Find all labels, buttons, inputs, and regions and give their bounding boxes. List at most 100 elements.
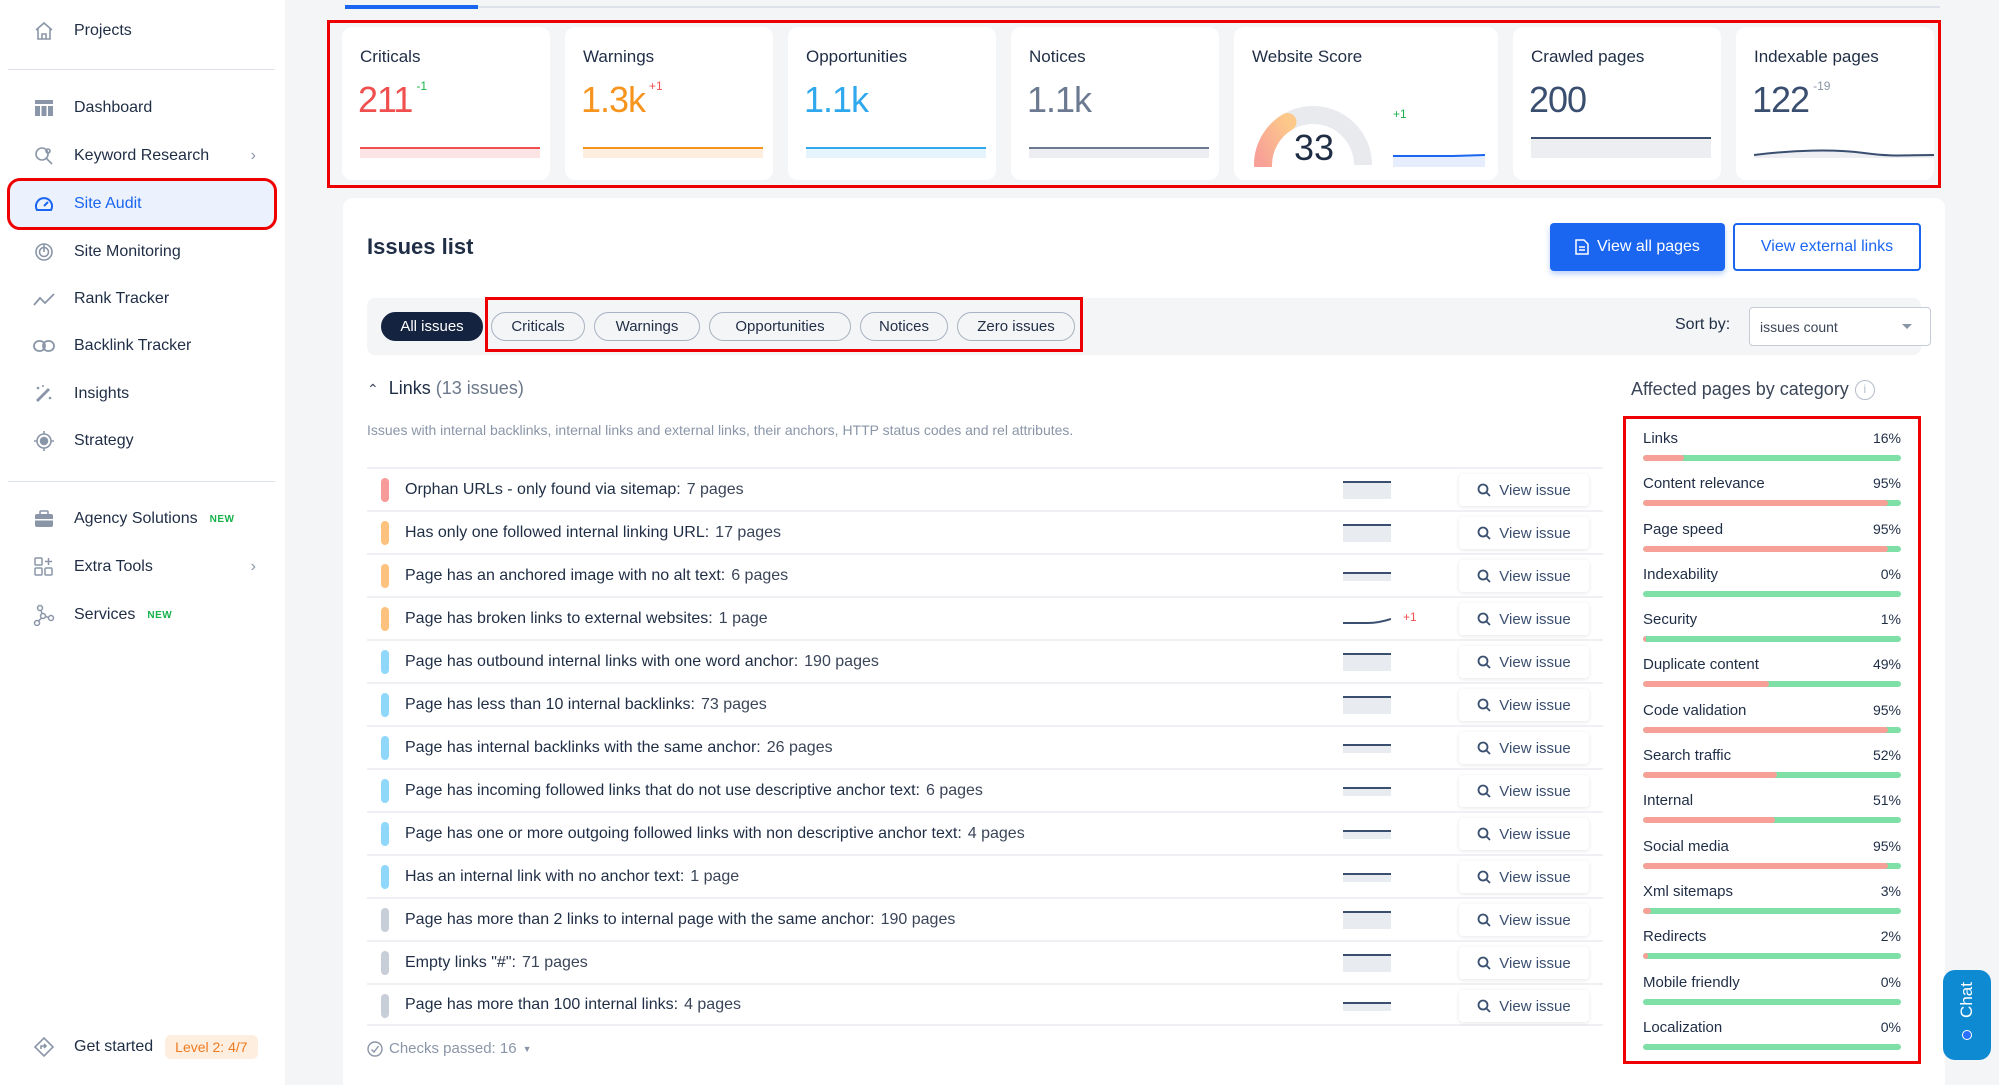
issue-row[interactable]: Page has one or more outgoing followed l… <box>367 811 1603 854</box>
category-bar-fill <box>1643 636 1646 643</box>
category-name: Indexability <box>1643 565 1719 583</box>
group-header-links[interactable]: ⌃ Links (13 issues) <box>367 378 524 399</box>
view-issue-button[interactable]: View issue <box>1459 947 1589 979</box>
category-bar <box>1643 953 1901 960</box>
category-name: Security <box>1643 611 1698 629</box>
severity-marker <box>381 607 389 631</box>
criticals-sparkline <box>360 147 540 158</box>
issue-sparkline <box>1343 787 1391 796</box>
card-notices[interactable]: Notices 1.1k <box>1011 27 1219 180</box>
sidebar-item-backlink-tracker[interactable]: Backlink Tracker <box>10 323 274 369</box>
issue-row[interactable]: Page has an anchored image with no alt t… <box>367 553 1603 596</box>
issue-row[interactable]: Has an internal link with no anchor text… <box>367 854 1603 897</box>
sidebar-item-dashboard[interactable]: Dashboard <box>10 85 274 131</box>
issue-text: Has an internal link with no anchor text… <box>405 867 740 885</box>
search-icon <box>1477 784 1491 798</box>
issue-row[interactable]: Page has more than 100 internal links: 4 … <box>367 983 1603 1026</box>
sidebar-item-services[interactable]: Services NEW <box>10 592 274 638</box>
sidebar-item-site-audit[interactable]: Site Audit <box>7 178 277 230</box>
card-crawled-pages[interactable]: Crawled pages 200 <box>1513 27 1721 180</box>
direction-sign-icon <box>32 1035 56 1059</box>
keyword-research-icon <box>32 144 56 168</box>
divider <box>8 69 275 70</box>
category-row: Page speed 95% <box>1643 510 1901 555</box>
issue-row[interactable]: Page has broken links to external websit… <box>367 596 1603 639</box>
category-name: Redirects <box>1643 928 1707 946</box>
trend-icon <box>32 287 56 311</box>
view-issue-button[interactable]: View issue <box>1459 560 1589 592</box>
category-bar <box>1643 455 1901 461</box>
chevron-up-icon: ⌃ <box>367 381 379 397</box>
view-all-pages-button[interactable]: View all pages <box>1550 223 1725 271</box>
sidebar-item-strategy[interactable]: Strategy <box>10 418 274 464</box>
view-external-links-button[interactable]: View external links <box>1733 223 1921 271</box>
view-issue-button[interactable]: View issue <box>1459 818 1589 850</box>
link-icon <box>32 334 56 358</box>
category-bar <box>1643 636 1901 643</box>
view-issue-button[interactable]: View issue <box>1459 603 1589 635</box>
issue-text: Page has outbound internal links with on… <box>405 652 879 670</box>
category-bar-fill <box>1643 772 1778 779</box>
card-criticals[interactable]: Criticals 211 -1 <box>342 27 550 180</box>
score-value: 33 <box>1293 127 1335 168</box>
card-value: 122 -19 <box>1752 79 1831 120</box>
grid-plus-icon <box>32 555 56 579</box>
checks-passed[interactable]: Checks passed: 16 ▼ <box>367 1040 532 1057</box>
issue-row[interactable]: Page has internal backlinks with the sam… <box>367 725 1603 768</box>
card-warnings[interactable]: Warnings 1.3k +1 <box>565 27 773 180</box>
issue-row[interactable]: Page has outbound internal links with on… <box>367 639 1603 682</box>
severity-marker <box>381 908 389 932</box>
sidebar-item-label: Site Audit <box>74 195 142 212</box>
issue-text: Orphan URLs - only found via sitemap: 7 p… <box>405 480 744 498</box>
category-bar <box>1643 500 1901 507</box>
search-icon <box>1477 526 1491 540</box>
issue-row[interactable]: Page has less than 10 internal backlinks… <box>367 682 1603 725</box>
sidebar-item-keyword-research[interactable]: Keyword Research › <box>10 133 274 179</box>
view-issue-button[interactable]: View issue <box>1459 474 1589 506</box>
sidebar-item-agency-solutions[interactable]: Agency Solutions NEW <box>10 496 274 542</box>
sidebar-item-projects[interactable]: Projects <box>10 8 274 54</box>
view-issue-button[interactable]: View issue <box>1459 990 1589 1022</box>
sort-label: Sort by: <box>1675 316 1731 333</box>
search-icon <box>1477 870 1491 884</box>
sidebar-item-insights[interactable]: Insights <box>10 371 274 417</box>
sidebar-item-site-monitoring[interactable]: Site Monitoring <box>10 229 274 275</box>
view-issue-button[interactable]: View issue <box>1459 775 1589 807</box>
sidebar-item-extra-tools[interactable]: Extra Tools › <box>10 544 274 590</box>
info-icon[interactable]: i <box>1854 380 1875 401</box>
dashboard-icon <box>32 96 56 120</box>
card-website-score[interactable]: Website Score 33 +1 <box>1234 27 1498 180</box>
view-issue-button[interactable]: View issue <box>1459 861 1589 893</box>
category-row: Localization 0% <box>1643 1008 1901 1053</box>
get-started-item[interactable]: Get started Level 2: 4/7 <box>10 1024 274 1070</box>
issue-row[interactable]: Page has incoming followed links that do… <box>367 768 1603 811</box>
active-tab-indicator[interactable] <box>345 5 478 9</box>
chat-button[interactable]: Chat <box>1943 970 1991 1060</box>
issue-row[interactable]: Page has more than 2 links to internal p… <box>367 897 1603 940</box>
sort-select[interactable]: issues count <box>1749 307 1931 346</box>
category-name: Social media <box>1643 837 1729 855</box>
category-row: Search traffic 52% <box>1643 736 1901 781</box>
issue-row[interactable]: Empty links "#": 71 pages View issue <box>367 940 1603 983</box>
card-indexable-pages[interactable]: Indexable pages 122 -19 <box>1736 27 1934 180</box>
category-name: Content relevance <box>1643 475 1765 493</box>
search-icon <box>1477 655 1491 669</box>
category-percent: 95% <box>1872 520 1901 537</box>
filter-all-issues[interactable]: All issues <box>381 312 483 341</box>
category-bar-fill <box>1643 681 1770 688</box>
category-bar <box>1643 862 1901 869</box>
issue-row[interactable]: Orphan URLs - only found via sitemap: 7 p… <box>367 467 1603 510</box>
search-icon <box>1477 483 1491 497</box>
view-issue-button[interactable]: View issue <box>1459 517 1589 549</box>
sidebar-item-label: Insights <box>74 385 130 402</box>
card-delta: -19 <box>1813 79 1831 93</box>
sidebar-item-rank-tracker[interactable]: Rank Tracker <box>10 276 274 322</box>
view-issue-button[interactable]: View issue <box>1459 732 1589 764</box>
view-issue-button[interactable]: View issue <box>1459 646 1589 678</box>
issues-title: Issues list <box>367 234 474 259</box>
view-issue-button[interactable]: View issue <box>1459 689 1589 721</box>
issue-row[interactable]: Has only one followed internal linking U… <box>367 510 1603 553</box>
view-issue-button[interactable]: View issue <box>1459 904 1589 936</box>
category-name: Internal <box>1643 792 1694 810</box>
card-opportunities[interactable]: Opportunities 1.1k <box>788 27 996 180</box>
